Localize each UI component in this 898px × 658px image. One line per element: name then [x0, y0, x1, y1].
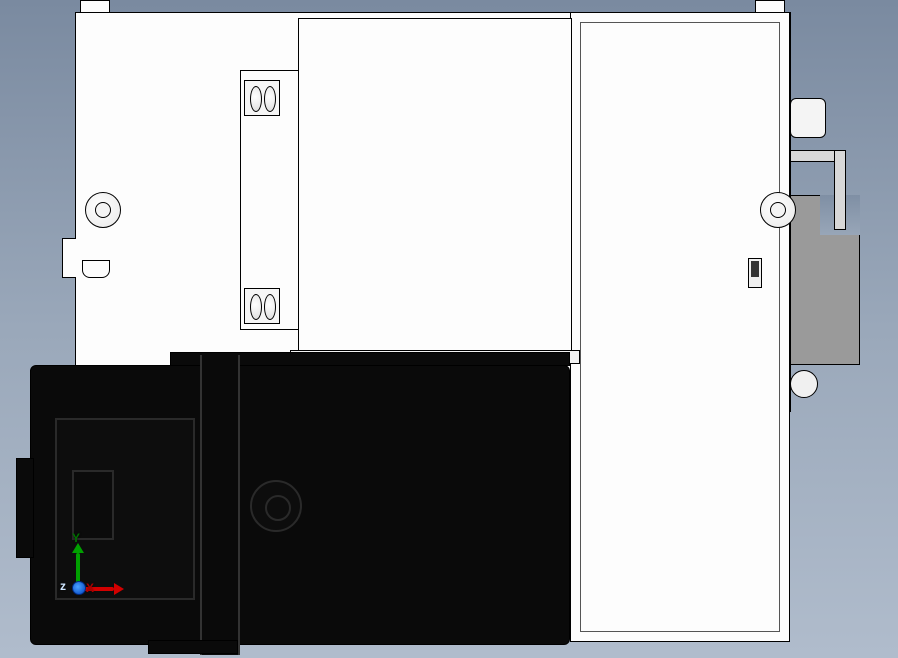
motor-cable-boss — [16, 458, 34, 558]
motor-connector — [72, 470, 114, 540]
front-panel-inner — [580, 22, 780, 632]
fastener-right — [760, 192, 796, 228]
right-slot — [748, 258, 762, 288]
motor-shaft-bore — [250, 480, 302, 532]
motor-clamp — [200, 355, 240, 655]
mount-tab-left — [80, 0, 110, 12]
mount-tab-right — [755, 0, 785, 12]
cad-viewport[interactable]: X Y z — [0, 0, 898, 658]
fastener-left — [85, 192, 121, 228]
motor-foot — [148, 640, 238, 654]
axis-z-label: z — [60, 580, 66, 592]
bracket-arm-vertical — [834, 150, 846, 230]
left-step — [62, 238, 76, 278]
standoff-top — [244, 80, 280, 116]
right-boss — [790, 370, 818, 398]
left-notch — [82, 260, 110, 278]
right-connector — [790, 98, 826, 138]
axis-x-label: X — [86, 582, 94, 594]
standoff-bottom — [244, 288, 280, 324]
axis-y-label: Y — [72, 532, 80, 544]
center-block — [298, 18, 572, 362]
